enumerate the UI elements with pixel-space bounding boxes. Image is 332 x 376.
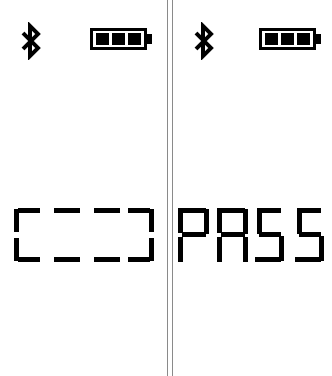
battery-full-icon <box>259 28 321 50</box>
status-bar <box>173 22 332 62</box>
bluetooth-icon <box>194 22 214 60</box>
lcd-readout-text: PASS <box>173 0 174 1</box>
device-screen-left: [---] <box>0 0 168 376</box>
battery-full-icon <box>90 28 152 50</box>
bluetooth-icon <box>21 22 41 60</box>
lcd-readout-text: [---] <box>0 0 1 1</box>
lcd-readout <box>14 208 154 262</box>
lcd-readout <box>178 208 324 262</box>
device-screen-right: PASS <box>172 0 332 376</box>
status-bar <box>0 22 167 62</box>
